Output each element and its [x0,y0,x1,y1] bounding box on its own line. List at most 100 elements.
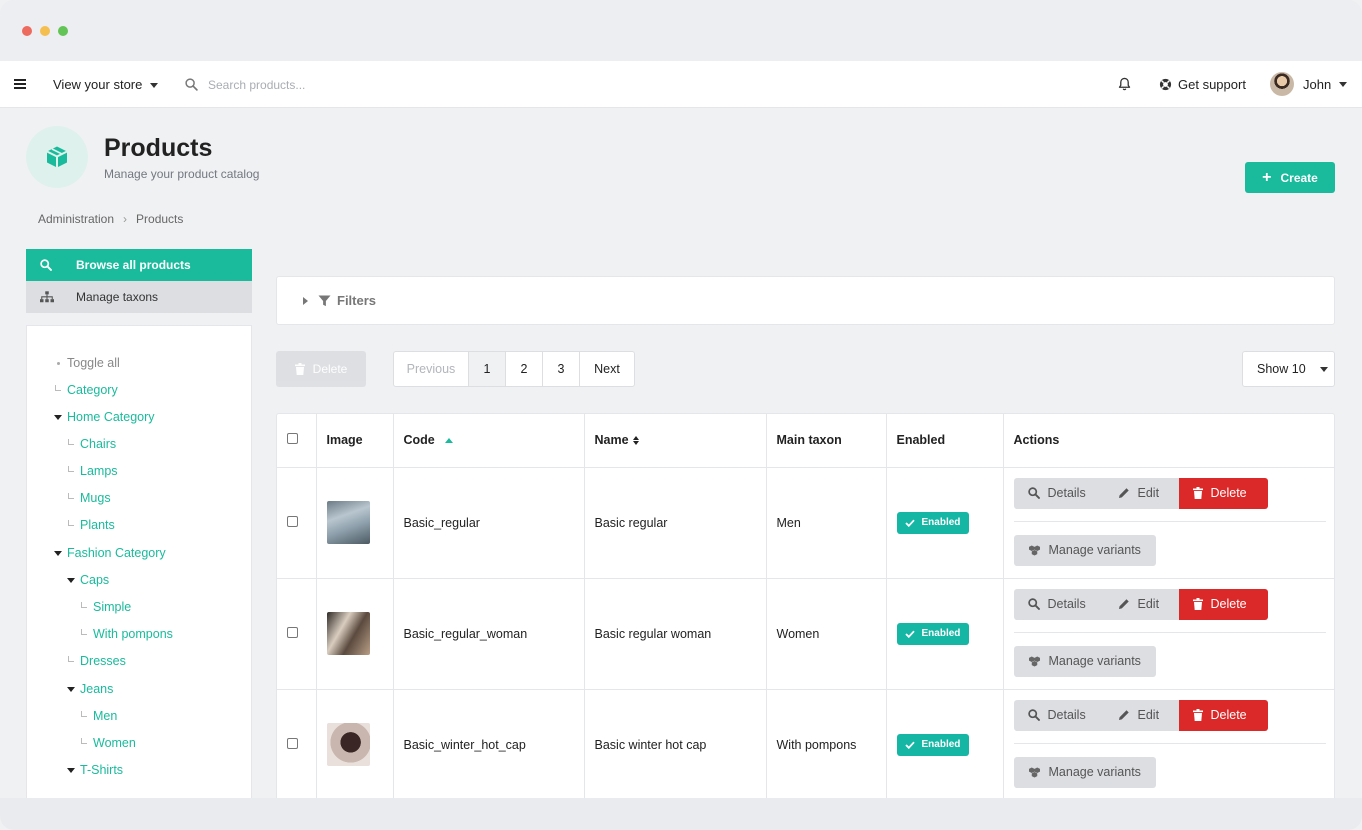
tree-node-home-category[interactable]: Home Category [51,410,155,424]
product-thumbnail[interactable] [326,723,370,766]
row-checkbox[interactable] [287,737,298,749]
tree-node-jeans[interactable]: Jeans [64,682,113,696]
tree-node-men[interactable]: Men [77,709,117,723]
divider [1013,742,1326,744]
edit-button[interactable]: Edit [1103,588,1179,620]
pagination-page-2[interactable]: 2 [506,352,543,386]
pagination-previous[interactable]: Previous [394,352,469,386]
details-button[interactable]: Details [1013,588,1104,620]
browser-window: View your store Get support John Product… [0,0,1362,830]
tree-node-category[interactable]: Category [51,383,118,397]
pagination-page-1[interactable]: 1 [469,352,506,386]
tree-node-lamps[interactable]: Lamps [64,464,118,478]
column-header-code[interactable]: Code [393,414,585,468]
get-support-link[interactable]: Get support [1159,77,1246,92]
product-code: Basic_winter_hot_cap [393,689,585,798]
tree-leaf-icon [64,520,78,526]
edit-button[interactable]: Edit [1103,699,1179,731]
table-row: Basic_regular Basic regular Men Enabled … [277,467,1334,579]
divider [1013,631,1326,633]
show-per-page-dropdown[interactable]: Show 10 [1242,351,1335,387]
maximize-window-button[interactable] [58,26,68,36]
column-header-main-taxon: Main taxon [766,414,887,468]
sort-icon [632,436,639,446]
search-products-input[interactable] [208,75,508,95]
tree-node-mugs[interactable]: Mugs [64,491,111,505]
tree-node-plants[interactable]: Plants [64,518,115,532]
tree-node-dresses[interactable]: Dresses [64,654,126,668]
column-header-name[interactable]: Name [584,414,767,468]
pagination-page-3[interactable]: 3 [543,352,580,386]
expand-caret-icon[interactable] [64,767,78,773]
delete-button[interactable]: Delete [1178,699,1268,731]
side-menu: Browse all products Manage taxons [26,249,252,313]
bullet-icon [51,361,65,365]
expand-caret-icon[interactable] [64,686,78,692]
tree-node-fashion-category[interactable]: Fashion Category [51,546,166,560]
select-all-cell [277,414,317,468]
tree-node-t-shirts[interactable]: T-Shirts [64,763,123,777]
trash-icon [1192,487,1203,499]
notifications-bell-icon[interactable] [1118,77,1131,94]
cubes-icon [1028,766,1040,778]
edit-button[interactable]: Edit [1103,477,1179,509]
trash-icon [1192,598,1203,610]
breadcrumb-administration[interactable]: Administration [38,212,114,226]
row-select-cell [277,578,317,690]
check-icon [904,519,915,527]
expand-caret-icon[interactable] [51,414,65,420]
hamburger-menu-icon[interactable] [14,79,26,89]
tree-node-with-pompons[interactable]: With pompons [77,627,173,641]
sidebar-item-manage-taxons[interactable]: Manage taxons [26,281,252,313]
delete-button[interactable]: Delete [1178,477,1268,509]
manage-variants-button[interactable]: Manage variants [1013,756,1156,788]
taxon-tree: Toggle all Category Home Category Chairs… [26,325,252,798]
pagination: Previous 1 2 3 Next [393,351,635,387]
expand-caret-icon[interactable] [64,577,78,583]
details-button[interactable]: Details [1013,477,1104,509]
filters-toggle[interactable]: Filters [276,276,1335,325]
product-enabled-cell: Enabled [886,578,1004,690]
cubes-icon [1028,544,1040,556]
close-window-button[interactable] [22,26,32,36]
pagination-next[interactable]: Next [580,352,634,386]
create-button[interactable]: + Create [1245,162,1335,193]
product-image-cell [316,578,394,690]
details-button[interactable]: Details [1013,699,1104,731]
product-thumbnail[interactable] [326,501,370,544]
tree-node-caps[interactable]: Caps [64,573,109,587]
tree-leaf-icon [64,439,78,445]
product-thumbnail[interactable] [326,612,370,655]
view-store-dropdown[interactable]: View your store [53,77,159,92]
row-select-cell [277,467,317,579]
search-icon [40,259,76,271]
row-checkbox[interactable] [287,626,298,638]
user-menu[interactable]: John [1270,72,1348,96]
top-navbar: View your store Get support John [0,61,1362,108]
tree-node-chairs[interactable]: Chairs [64,437,116,451]
tree-node-women[interactable]: Women [77,736,136,750]
select-all-checkbox[interactable] [287,433,298,445]
divider [1013,520,1326,522]
row-select-cell [277,689,317,798]
tree-leaf-icon [77,602,91,608]
product-enabled-cell: Enabled [886,689,1004,798]
expand-caret-icon[interactable] [51,550,65,556]
filter-icon [318,294,331,306]
sidebar-item-browse-all-products[interactable]: Browse all products [26,249,252,281]
manage-variants-button[interactable]: Manage variants [1013,534,1156,566]
minimize-window-button[interactable] [40,26,50,36]
tree-leaf-icon [51,385,65,391]
row-checkbox[interactable] [287,515,298,527]
table-row: Basic_regular_woman Basic regular woman … [277,578,1334,690]
tree-node-simple[interactable]: Simple [77,600,131,614]
product-name: Basic regular [584,467,767,579]
status-badge: Enabled [896,511,970,534]
sitemap-icon [40,291,76,303]
manage-variants-button[interactable]: Manage variants [1013,645,1156,677]
bulk-delete-button[interactable]: Delete [276,351,366,387]
delete-button[interactable]: Delete [1178,588,1268,620]
product-actions-cell: Details Edit Delete Manage variants [1003,689,1334,798]
tree-leaf-icon [64,493,78,499]
toggle-all-link[interactable]: Toggle all [51,356,120,370]
